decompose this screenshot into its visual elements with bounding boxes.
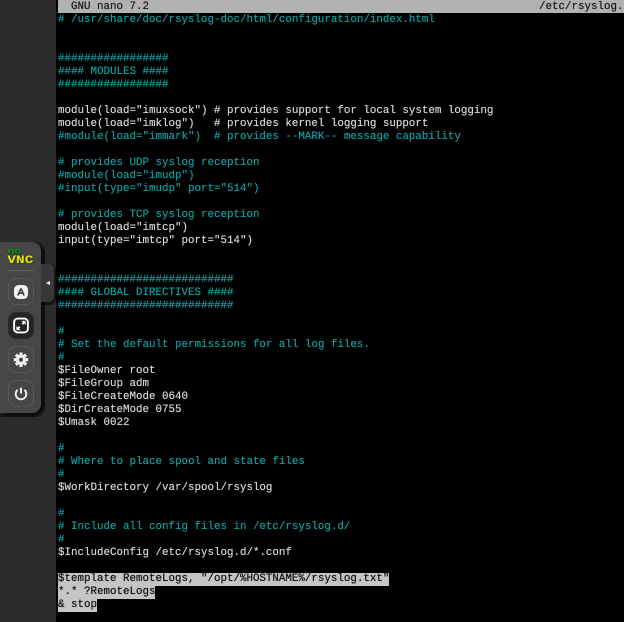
svg-text:VNC: VNC xyxy=(7,255,34,267)
